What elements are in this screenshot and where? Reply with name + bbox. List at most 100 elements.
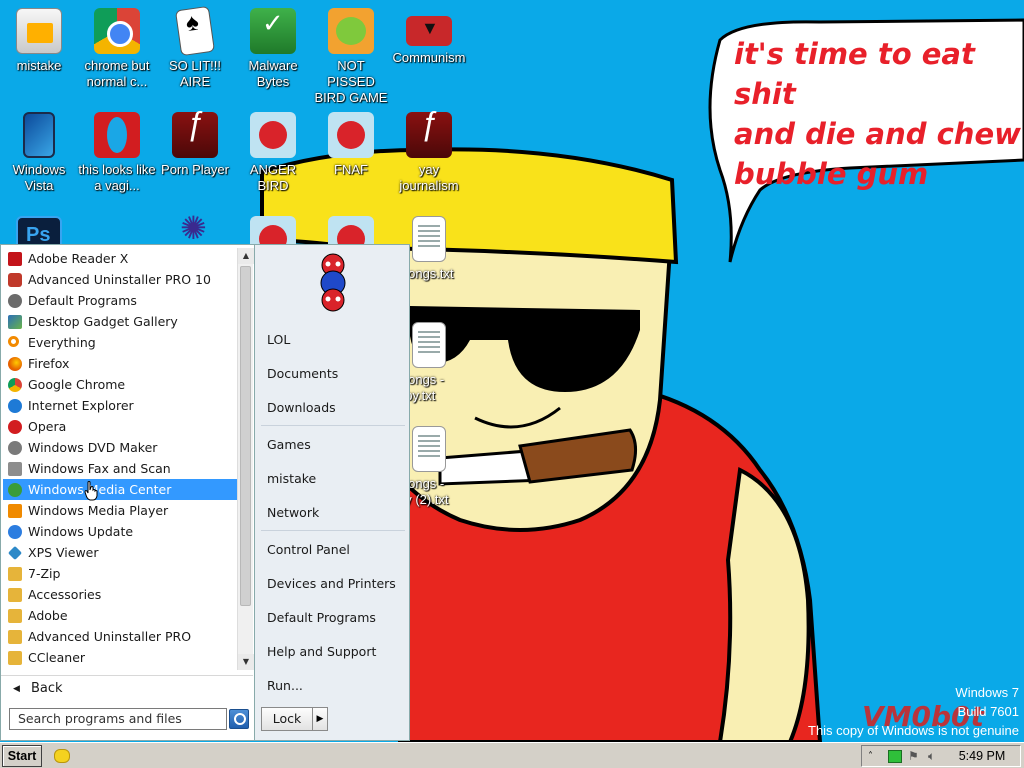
program-item-label: Advanced Uninstaller PRO bbox=[28, 629, 192, 644]
flash-player-icon bbox=[406, 112, 452, 158]
start-right-item[interactable]: Downloads bbox=[257, 393, 407, 423]
desktop-icon-porn-player[interactable]: Porn Player bbox=[156, 112, 234, 178]
defprog-icon bbox=[8, 294, 22, 308]
desktop-icon-anger-bird[interactable]: ANGER BIRD bbox=[234, 112, 312, 194]
all-programs-pane: Adobe Reader X Advanced Uninstaller PRO 1… bbox=[0, 244, 254, 741]
program-item-label: Firefox bbox=[28, 356, 70, 371]
start-right-item[interactable]: Documents bbox=[257, 359, 407, 389]
start-right-item[interactable]: Control Panel bbox=[257, 535, 407, 565]
program-item-label: XPS Viewer bbox=[28, 545, 99, 560]
watermark-build: Build 7601 bbox=[957, 704, 1019, 719]
watermark-genuine: This copy of Windows is not genuine bbox=[808, 723, 1019, 738]
desktop-icon-chrome[interactable]: chrome but normal c... bbox=[78, 8, 156, 90]
program-item-label: Adobe bbox=[28, 608, 68, 623]
start-right-item[interactable]: Network bbox=[257, 498, 407, 528]
program-item[interactable]: Default Programs bbox=[3, 290, 237, 311]
uninst-icon bbox=[8, 273, 22, 287]
desktop-icon-yay-journalism[interactable]: yay journalism bbox=[390, 112, 468, 194]
program-item[interactable]: Internet Explorer bbox=[3, 395, 237, 416]
clock[interactable]: 5:49 PM bbox=[946, 746, 1018, 766]
desktop-icon-solitaire[interactable]: SO LIT!!! AIRE bbox=[156, 5, 234, 90]
program-item[interactable]: Google Chrome bbox=[3, 374, 237, 395]
opera-icon bbox=[8, 420, 22, 434]
start-right-item[interactable]: Default Programs bbox=[257, 603, 407, 633]
scroll-thumb[interactable] bbox=[240, 266, 251, 606]
desktop-icon-fnaf[interactable]: FNAF bbox=[312, 112, 390, 178]
lock-options-arrow-icon[interactable]: ▶ bbox=[312, 707, 328, 731]
show-hidden-icons-icon[interactable]: ˄ bbox=[868, 750, 882, 763]
program-item[interactable]: Desktop Gadget Gallery bbox=[3, 311, 237, 332]
program-item[interactable]: Windows DVD Maker bbox=[3, 437, 237, 458]
action-center-flag-icon[interactable]: ⚑ bbox=[908, 750, 922, 763]
program-item-label: Opera bbox=[28, 419, 67, 434]
ie-icon bbox=[8, 399, 22, 413]
chrome-icon bbox=[8, 378, 22, 392]
start-button[interactable]: Start bbox=[2, 745, 42, 767]
user-picture-avatar[interactable] bbox=[303, 251, 363, 313]
program-item[interactable]: Firefox bbox=[3, 353, 237, 374]
program-item[interactable]: CCleaner bbox=[3, 647, 237, 668]
scroll-up-arrow-icon[interactable]: ▲ bbox=[238, 248, 254, 264]
search-input[interactable]: Search programs and files bbox=[9, 708, 227, 730]
program-item[interactable]: Windows Update bbox=[3, 521, 237, 542]
program-item[interactable]: Windows Fax and Scan bbox=[3, 458, 237, 479]
start-right-item[interactable]: LOL bbox=[257, 325, 407, 355]
dvd-icon bbox=[8, 441, 22, 455]
desktop-icon-windows-vista[interactable]: Windows Vista bbox=[0, 112, 78, 194]
communism-emblem-icon bbox=[406, 16, 452, 46]
solitaire-cards-icon bbox=[174, 5, 216, 57]
start-right-item[interactable]: Help and Support bbox=[257, 637, 407, 667]
desktop-icon-mistake[interactable]: mistake bbox=[0, 8, 78, 74]
search-placeholder: Search programs and files bbox=[18, 711, 182, 726]
program-item[interactable]: XPS Viewer bbox=[3, 542, 237, 563]
xps-icon bbox=[7, 545, 23, 561]
wmc-icon bbox=[8, 483, 22, 497]
program-list-scrollbar[interactable]: ▲ ▼ bbox=[237, 248, 254, 670]
text-file-icon bbox=[412, 216, 446, 262]
menu-separator bbox=[261, 530, 405, 531]
start-right-item[interactable]: Devices and Printers bbox=[257, 569, 407, 599]
program-item[interactable]: Accessories bbox=[3, 584, 237, 605]
windows-vista-icon bbox=[23, 112, 55, 158]
program-item-label: Internet Explorer bbox=[28, 398, 134, 413]
program-item-label: Accessories bbox=[28, 587, 102, 602]
taskbar: Start ˄ ⚑ 🔈︎ 5:49 PM bbox=[0, 742, 1024, 768]
program-item[interactable]: 7-Zip bbox=[3, 563, 237, 584]
back-label: Back bbox=[31, 681, 63, 696]
watermark-os: Windows 7 bbox=[955, 685, 1019, 700]
program-item-label: Google Chrome bbox=[28, 377, 126, 392]
program-item[interactable]: Adobe Reader X bbox=[3, 248, 237, 269]
program-item[interactable]: Adobe bbox=[3, 605, 237, 626]
program-item[interactable]: Advanced Uninstaller PRO 10 bbox=[3, 269, 237, 290]
opera-icon bbox=[94, 112, 140, 158]
program-item[interactable]: Opera bbox=[3, 416, 237, 437]
volume-icon[interactable]: 🔈︎ bbox=[928, 750, 942, 763]
program-item-label: Everything bbox=[28, 335, 96, 350]
program-item[interactable]: Windows Media Player bbox=[3, 500, 237, 521]
search-icon[interactable] bbox=[229, 709, 249, 729]
pdf-icon bbox=[8, 252, 22, 266]
start-right-item[interactable]: mistake bbox=[257, 464, 407, 494]
program-item[interactable]: Everything bbox=[3, 332, 237, 353]
desktop-icon-bad-piggies[interactable]: NOT PISSED BIRD GAME bbox=[312, 8, 390, 106]
gadget-icon bbox=[8, 315, 22, 329]
desktop-icon-malwarebytes[interactable]: Malware Bytes bbox=[234, 8, 312, 90]
desktop-icon-opera[interactable]: this looks like a vagi... bbox=[78, 112, 156, 194]
start-right-item[interactable]: Games bbox=[257, 430, 407, 460]
program-list: Adobe Reader X Advanced Uninstaller PRO 1… bbox=[3, 248, 237, 668]
desktop-icon-communism[interactable]: Communism bbox=[390, 8, 468, 66]
program-item-label: Advanced Uninstaller PRO 10 bbox=[28, 272, 211, 287]
taskbar-app-icon[interactable] bbox=[54, 749, 70, 763]
program-item-label: Windows Update bbox=[28, 524, 134, 539]
program-item[interactable]: Windows Media Center bbox=[3, 479, 237, 500]
start-menu: Adobe Reader X Advanced Uninstaller PRO 1… bbox=[0, 244, 410, 741]
angry-birds-icon bbox=[328, 112, 374, 158]
scroll-down-arrow-icon[interactable]: ▼ bbox=[238, 654, 254, 670]
start-right-item[interactable]: Run... bbox=[257, 671, 407, 701]
wmp-icon bbox=[8, 504, 22, 518]
network-icon[interactable] bbox=[888, 750, 902, 763]
shield-check-icon bbox=[250, 8, 296, 54]
program-item[interactable]: Advanced Uninstaller PRO bbox=[3, 626, 237, 647]
back-button[interactable]: ◀ Back bbox=[1, 675, 253, 703]
lock-button[interactable]: Lock bbox=[261, 707, 313, 731]
